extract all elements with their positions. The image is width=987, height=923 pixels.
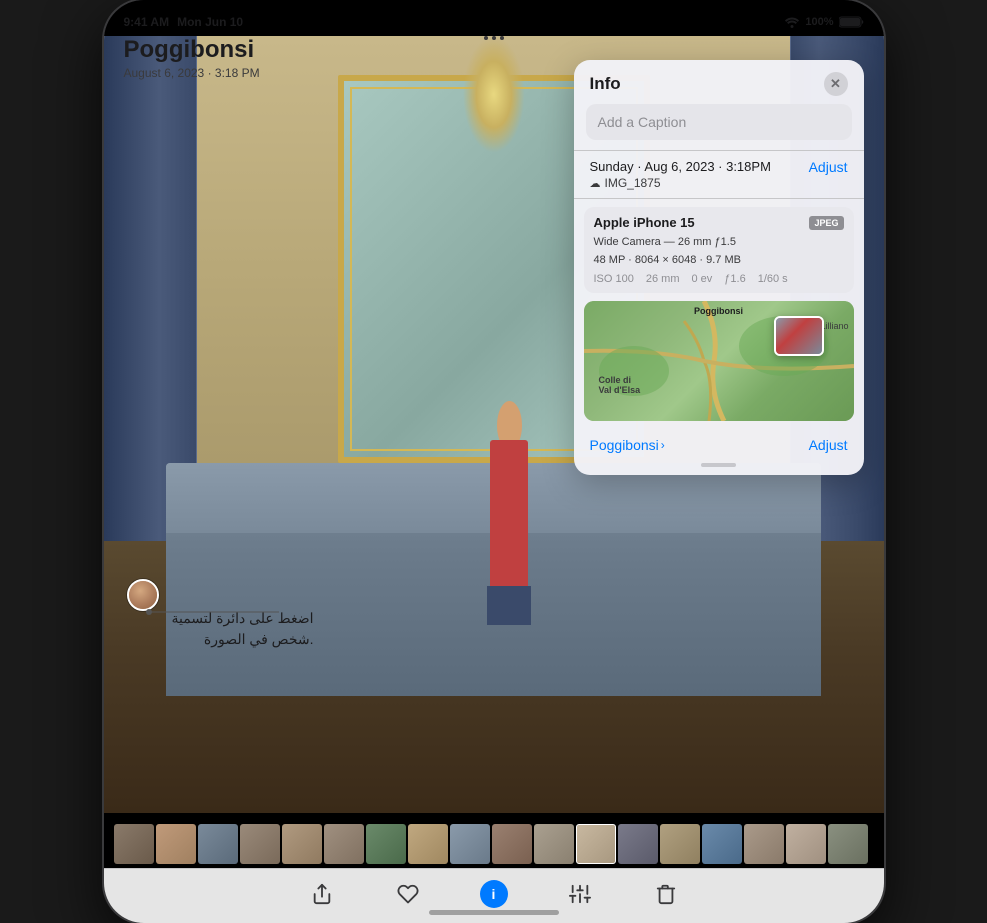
filename-row: ☁ IMG_1875 — [590, 176, 809, 190]
thumbnail-item[interactable] — [324, 824, 364, 864]
person-legs — [487, 586, 531, 625]
person-body — [490, 440, 527, 595]
delete-button[interactable] — [648, 876, 684, 912]
info-button[interactable]: i — [476, 876, 512, 912]
info-panel: Info ✕ Add a Caption Sunday · Aug 6, 202… — [574, 60, 864, 475]
thumbnail-item[interactable] — [240, 824, 280, 864]
photo-header: Poggibonsi August 6, 2023 · 3:18 PM — [124, 36, 260, 80]
status-right: 100% — [784, 16, 863, 28]
iso-spec: ISO 100 — [594, 273, 634, 285]
aperture-spec: ƒ1.6 — [724, 273, 745, 285]
location-link[interactable]: Poggibonsi › — [590, 437, 665, 453]
thumbnail-item[interactable] — [156, 824, 196, 864]
share-button[interactable] — [304, 876, 340, 912]
format-badge: JPEG — [809, 216, 843, 230]
caption-input[interactable]: Add a Caption — [586, 104, 852, 140]
cloud-icon: ☁ — [590, 177, 601, 190]
thumbnail-item[interactable] — [366, 824, 406, 864]
dot-3 — [500, 36, 504, 40]
thumbnail-item[interactable] — [282, 824, 322, 864]
filename-label: IMG_1875 — [605, 176, 661, 190]
date-adjust-button[interactable]: Adjust — [809, 159, 848, 175]
wifi-icon — [784, 17, 800, 28]
location-adjust-button[interactable]: Adjust — [809, 437, 848, 453]
photo-title: Poggibonsi — [124, 36, 260, 64]
thumbnail-item[interactable] — [492, 824, 532, 864]
info-header: Info ✕ — [574, 60, 864, 104]
camera-section: Apple iPhone 15 JPEG Wide Camera — 26 mm… — [584, 207, 854, 293]
shutter-spec: 1/60 s — [758, 273, 788, 285]
dot-2 — [492, 36, 496, 40]
adjust-button[interactable] — [562, 876, 598, 912]
photo-date: August 6, 2023 · 3:18 PM — [124, 66, 260, 80]
trash-icon — [655, 883, 677, 905]
location-name: Poggibonsi — [590, 437, 659, 453]
status-bar: 9:41 AM Mon Jun 10 100% — [104, 0, 884, 36]
status-date: Mon Jun 10 — [177, 15, 243, 29]
info-title: Info — [590, 74, 621, 94]
share-icon — [311, 883, 333, 905]
date-info-left: Sunday · Aug 6, 2023 · 3:18PM ☁ IMG_1875 — [590, 159, 809, 190]
resolution-info: 48 MP · 8064 × 6048 · 9.7 MB — [594, 252, 844, 270]
ipad-screen: 9:41 AM Mon Jun 10 100% — [104, 0, 884, 923]
thumbnail-item[interactable] — [198, 824, 238, 864]
dot-1 — [484, 36, 488, 40]
date-row: Sunday · Aug 6, 2023 · 3:18PM ☁ IMG_1875… — [574, 151, 864, 198]
thumbnail-item[interactable] — [618, 824, 658, 864]
map-label-colle: Colle di Val d'Elsa — [599, 375, 641, 397]
callout-line — [119, 597, 279, 627]
favorite-button[interactable] — [390, 876, 426, 912]
date-line: Sunday · Aug 6, 2023 · 3:18PM — [590, 159, 809, 174]
spacer-1 — [574, 199, 864, 207]
info-icon-bg: i — [480, 880, 508, 908]
thumbnail-item[interactable] — [828, 824, 868, 864]
person — [478, 401, 540, 595]
map-footer: Poggibonsi › Adjust — [574, 431, 864, 459]
scroll-bar — [701, 463, 736, 467]
map-background: Poggibonsi Colle di Val d'Elsa Lilliano — [584, 301, 854, 421]
info-close-button[interactable]: ✕ — [824, 72, 848, 96]
thumbnail-item[interactable] — [660, 824, 700, 864]
three-dots-menu[interactable] — [484, 36, 504, 40]
heart-icon — [397, 883, 419, 905]
thumbnail-img — [776, 318, 822, 354]
ipad-frame: 9:41 AM Mon Jun 10 100% — [104, 0, 884, 923]
chevron-right-icon: › — [661, 438, 665, 452]
thumbnail-strip[interactable] — [104, 820, 884, 868]
lens-info: Wide Camera — 26 mm ƒ1.5 — [594, 234, 844, 252]
status-time: 9:41 AM — [124, 15, 170, 29]
thumbnail-item[interactable] — [534, 824, 574, 864]
exposure-spec: 0 ev — [691, 273, 712, 285]
sliders-icon — [569, 883, 591, 905]
specs-row: ISO 100 26 mm 0 ev ƒ1.6 1/60 s — [594, 273, 844, 285]
thumbnail-item[interactable] — [408, 824, 448, 864]
thumbnail-item[interactable] — [576, 824, 616, 864]
map-label-lilliano: Lilliano — [820, 321, 848, 331]
thumbnail-item[interactable] — [744, 824, 784, 864]
info-icon-label: i — [492, 886, 496, 902]
chandelier — [462, 36, 524, 153]
thumbnail-item[interactable] — [114, 824, 154, 864]
thumbnail-item[interactable] — [450, 824, 490, 864]
camera-header: Apple iPhone 15 JPEG — [594, 215, 844, 230]
camera-model: Apple iPhone 15 — [594, 215, 695, 230]
scroll-indicator — [574, 459, 864, 475]
focal-spec: 26 mm — [646, 273, 680, 285]
thumbnail-item[interactable] — [702, 824, 742, 864]
battery-label: 100% — [805, 16, 833, 28]
map-section[interactable]: Poggibonsi Colle di Val d'Elsa Lilliano — [584, 301, 854, 421]
battery-icon — [839, 16, 864, 28]
map-label-poggibonsi: Poggibonsi — [694, 306, 743, 316]
thumbnail-item[interactable] — [786, 824, 826, 864]
map-thumbnail — [774, 316, 824, 356]
home-indicator — [429, 910, 559, 915]
